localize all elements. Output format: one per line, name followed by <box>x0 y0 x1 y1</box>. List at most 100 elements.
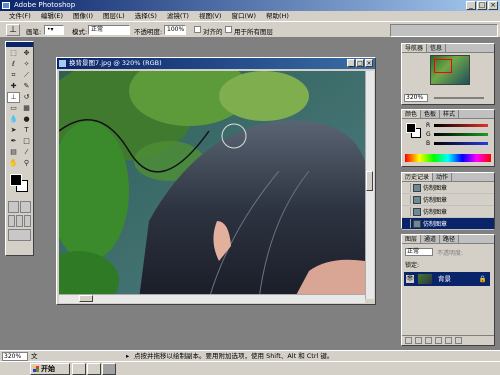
maximize-button[interactable]: □ <box>477 1 487 10</box>
tab-channels[interactable]: 通道 <box>421 235 441 243</box>
document-horizontal-scrollbar[interactable] <box>59 294 365 303</box>
menu-select[interactable]: 选择(S) <box>130 11 162 21</box>
add-mask-button-icon[interactable] <box>415 337 422 344</box>
doc-close-button[interactable]: × <box>365 59 373 67</box>
menu-view[interactable]: 视图(V) <box>194 11 227 21</box>
history-brush-tool-icon[interactable]: ↺ <box>20 92 33 103</box>
tab-layers[interactable]: 图层 <box>402 235 422 243</box>
history-item-selected[interactable]: 仿制图章 <box>402 218 494 230</box>
menu-edit[interactable]: 编辑(E) <box>36 11 68 21</box>
slice-tool-icon[interactable]: ⟋ <box>20 70 33 81</box>
taskbar-item-icon[interactable] <box>72 363 86 375</box>
channel-b-slider[interactable] <box>434 142 488 145</box>
status-zoom-field[interactable]: 320% <box>2 352 28 361</box>
layer-style-button-icon[interactable] <box>405 337 412 344</box>
new-layer-button-icon[interactable] <box>445 337 452 344</box>
standard-screen-icon[interactable] <box>8 215 15 227</box>
doc-maximize-button[interactable]: □ <box>356 59 364 67</box>
use-all-layers-checkbox[interactable] <box>225 26 232 33</box>
brush-tool-icon[interactable]: ✎ <box>20 81 33 92</box>
doc-minimize-button[interactable]: _ <box>347 59 355 67</box>
tab-info[interactable]: 信息 <box>427 44 447 52</box>
navigator-thumbnail[interactable] <box>430 55 470 85</box>
magic-wand-tool-icon[interactable]: ✧ <box>20 59 33 70</box>
history-item[interactable]: 仿制图章 <box>402 194 494 206</box>
quick-mask-mode-icon[interactable] <box>20 201 31 213</box>
imageready-icon[interactable] <box>8 229 31 241</box>
history-brush-source-icon[interactable] <box>402 183 411 192</box>
history-item[interactable]: 仿制图章 <box>402 182 494 194</box>
history-item[interactable]: 仿制图章 <box>402 206 494 218</box>
tab-paths[interactable]: 路径 <box>440 235 460 243</box>
document-vertical-scrollbar[interactable] <box>365 71 374 299</box>
pen-tool-icon[interactable]: ✒ <box>7 136 20 147</box>
standard-mode-icon[interactable] <box>8 201 19 213</box>
tab-styles[interactable]: 样式 <box>440 110 460 118</box>
marquee-tool-icon[interactable]: ⬚ <box>7 48 20 59</box>
close-button[interactable]: × <box>488 1 498 10</box>
document-title-bar: 换背景图7.jpg @ 320% (RGB) _ □ × <box>57 58 375 69</box>
move-tool-icon[interactable]: ✥ <box>20 48 33 59</box>
channel-r-slider[interactable] <box>434 124 488 127</box>
notes-tool-icon[interactable]: ▤ <box>7 147 20 158</box>
lasso-tool-icon[interactable]: ℓ <box>7 59 20 70</box>
history-brush-source-icon[interactable] <box>402 219 411 228</box>
navigator-zoom-slider[interactable] <box>434 97 484 99</box>
vertical-scroll-thumb[interactable] <box>366 171 373 191</box>
blur-tool-icon[interactable]: 💧 <box>7 114 20 125</box>
eraser-tool-icon[interactable]: ▭ <box>7 103 20 114</box>
tab-color[interactable]: 颜色 <box>402 110 422 118</box>
tab-history[interactable]: 历史记录 <box>402 173 434 181</box>
layer-row-background[interactable]: 👁 背景 🔒 <box>404 272 490 286</box>
foreground-color-swatch[interactable] <box>10 174 22 186</box>
opacity-input[interactable]: 100% <box>164 25 186 35</box>
layer-visibility-eye-icon[interactable]: 👁 <box>406 275 414 283</box>
color-panel-foreground[interactable] <box>406 123 416 133</box>
screen-modes <box>6 214 33 228</box>
mode-select[interactable]: 正常 <box>88 25 130 35</box>
minimize-button[interactable]: _ <box>466 1 476 10</box>
taskbar-photoshop-button[interactable] <box>102 363 116 375</box>
path-selection-tool-icon[interactable]: ➤ <box>7 125 20 136</box>
aligned-checkbox[interactable] <box>194 26 201 33</box>
layer-blend-mode-select[interactable]: 正常 <box>405 248 433 256</box>
history-brush-source-icon[interactable] <box>402 207 411 216</box>
image-canvas[interactable] <box>59 71 365 299</box>
type-tool-icon[interactable]: T <box>20 125 33 136</box>
menu-layer[interactable]: 图层(L) <box>98 11 130 21</box>
delete-layer-button-icon[interactable] <box>455 337 462 344</box>
clone-stamp-tool-icon[interactable]: ⊥ <box>7 92 20 103</box>
layers-panel-footer <box>402 335 494 345</box>
shape-tool-icon[interactable]: □ <box>20 136 33 147</box>
channel-g-slider[interactable] <box>434 133 488 136</box>
tab-actions[interactable]: 动作 <box>433 173 453 181</box>
brush-picker[interactable]: •▾ <box>44 25 64 35</box>
new-set-button-icon[interactable] <box>425 337 432 344</box>
stamp-tool-preset-icon[interactable]: ⊥ <box>6 24 20 36</box>
start-button[interactable]: 开始 <box>30 363 70 375</box>
menu-window[interactable]: 窗口(W) <box>226 11 261 21</box>
gradient-tool-icon[interactable]: ▦ <box>20 103 33 114</box>
tab-swatches[interactable]: 色板 <box>421 110 441 118</box>
menu-filter[interactable]: 滤镜(T) <box>162 11 194 21</box>
full-screen-menu-icon[interactable] <box>16 215 23 227</box>
taskbar-item-icon[interactable] <box>87 363 101 375</box>
menu-image[interactable]: 图像(I) <box>68 11 98 21</box>
healing-brush-tool-icon[interactable]: ✚ <box>7 81 20 92</box>
aligned-label: 对齐的 <box>203 28 223 36</box>
navigator-view-box[interactable] <box>434 59 452 73</box>
tab-navigator[interactable]: 导航器 <box>402 44 428 52</box>
zoom-tool-icon[interactable]: ⚲ <box>20 158 33 169</box>
horizontal-scroll-thumb[interactable] <box>79 295 93 302</box>
crop-tool-icon[interactable]: ⌗ <box>7 70 20 81</box>
eyedropper-tool-icon[interactable]: ⁄ <box>20 147 33 158</box>
full-screen-icon[interactable] <box>24 215 31 227</box>
navigator-zoom-field[interactable]: 320% <box>404 94 428 102</box>
dodge-tool-icon[interactable]: ● <box>20 114 33 125</box>
history-brush-source-icon[interactable] <box>402 195 411 204</box>
adjustment-layer-button-icon[interactable] <box>435 337 442 344</box>
color-spectrum-ramp[interactable] <box>405 154 491 162</box>
menu-help[interactable]: 帮助(H) <box>261 11 294 21</box>
menu-file[interactable]: 文件(F) <box>4 11 36 21</box>
hand-tool-icon[interactable]: ✋ <box>7 158 20 169</box>
